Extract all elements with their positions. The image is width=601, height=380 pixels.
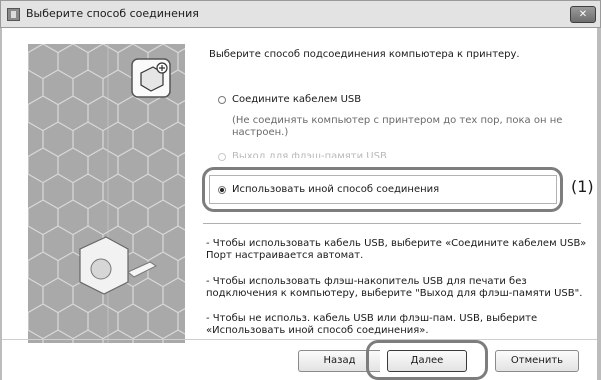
close-button[interactable]: ✕ <box>570 6 596 23</box>
illustration-panel <box>28 44 185 343</box>
radio-usb-cable[interactable] <box>218 96 226 104</box>
printer-badge-icon <box>131 58 171 98</box>
footer-divider <box>2 339 597 340</box>
title-bar: Выберите способ соединения ✕ <box>0 0 601 28</box>
usb-note-line2: настроен.) <box>232 127 289 138</box>
radio-usb-flash[interactable] <box>218 153 226 161</box>
usb-note-line1: (Не соединять компьютер с принтером до т… <box>232 115 563 126</box>
help-other-line1: - Чтобы не использ. кабель USB или флэш-… <box>206 313 538 324</box>
help-flash-line1: - Чтобы использовать флэш-накопитель USB… <box>206 276 527 287</box>
cancel-button[interactable]: Отменить <box>495 350 579 372</box>
hexagon-pattern-graphic <box>28 44 185 343</box>
app-icon <box>7 8 20 21</box>
highlight-ring-option <box>202 167 563 212</box>
help-usb-line2: Порт настраивается автомат. <box>206 250 364 261</box>
instruction-heading: Выберите способ подсоединения компьютера… <box>209 49 520 60</box>
highlight-ring-next <box>366 340 488 380</box>
help-other-line2: «Использовать иной способ соединения». <box>206 325 429 336</box>
option-usb-cable-label[interactable]: Соедините кабелем USB <box>232 94 361 106</box>
help-flash-line2: подключения к компьютеру, выберите "Выхо… <box>206 288 583 299</box>
help-usb-line1: - Чтобы использовать кабель USB, выберит… <box>206 238 587 249</box>
callout-number: (1) <box>571 177 594 196</box>
window-frame-right <box>597 28 601 380</box>
window-title: Выберите способ соединения <box>26 7 199 20</box>
section-divider <box>203 223 581 224</box>
